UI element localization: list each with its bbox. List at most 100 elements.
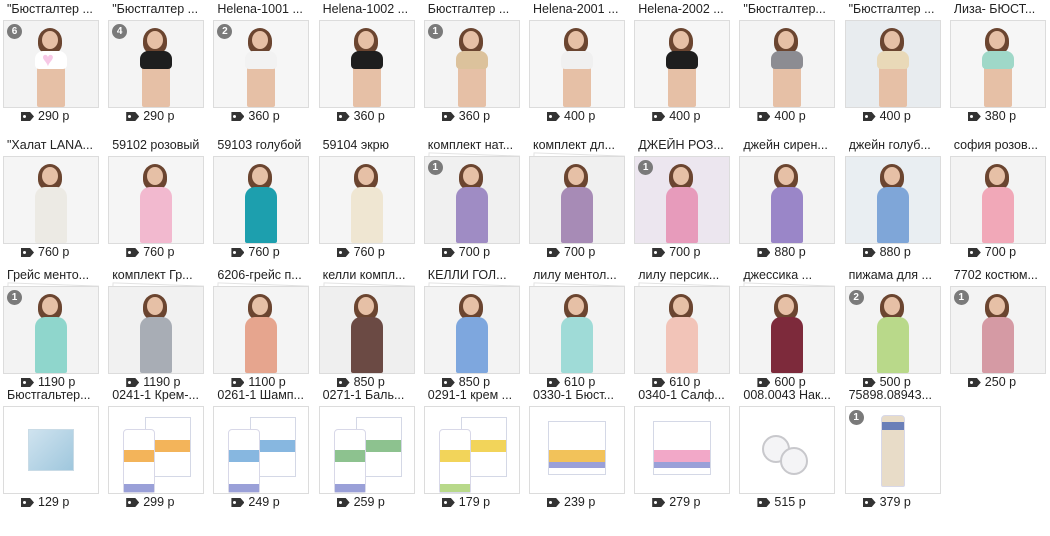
- product-card[interactable]: лилу персик... 610 р: [634, 268, 731, 396]
- product-title[interactable]: комплект Гр...: [112, 268, 204, 283]
- product-thumbnail[interactable]: [739, 20, 836, 108]
- product-card[interactable]: 0330-1 Бюст... 239 р: [529, 388, 625, 516]
- product-card[interactable]: 6206-грейс п... 1100 р: [213, 268, 310, 396]
- product-title[interactable]: 6206-грейс п...: [217, 268, 309, 283]
- product-title[interactable]: джейн сирен...: [743, 138, 835, 153]
- product-title[interactable]: "Халат LANA...: [7, 138, 99, 153]
- product-card[interactable]: 59103 голубой 760 р: [213, 138, 310, 266]
- product-card[interactable]: келли компл... 850 р: [318, 268, 415, 396]
- product-card[interactable]: 008.0043 Нак... 515 р: [739, 388, 836, 516]
- product-card[interactable]: Грейс менто... 1 1190 р: [3, 268, 99, 396]
- product-title[interactable]: Helena-2001 ...: [533, 2, 625, 17]
- product-title[interactable]: 0330-1 Бюст...: [533, 388, 625, 403]
- product-card[interactable]: софия розов... 700 р: [949, 138, 1046, 266]
- product-thumbnail[interactable]: [213, 156, 310, 244]
- product-title[interactable]: комплект дл...: [533, 138, 625, 153]
- product-card[interactable]: ДЖЕЙН РОЗ... 1 700 р: [634, 138, 731, 266]
- product-card[interactable]: "Бюстгалтер... 400 р: [739, 2, 836, 130]
- product-title[interactable]: 59102 розовый: [112, 138, 204, 153]
- product-card[interactable]: 0340-1 Салф... 279 р: [634, 388, 731, 516]
- product-card[interactable]: Helena-1001 ... 2 360 р: [213, 2, 310, 130]
- product-title[interactable]: "Бюстгалтер ...: [7, 2, 99, 17]
- product-thumbnail[interactable]: [3, 406, 99, 494]
- product-thumbnail[interactable]: [423, 286, 520, 374]
- product-card[interactable]: Helena-2001 ... 400 р: [529, 2, 625, 130]
- product-thumbnail[interactable]: [634, 20, 731, 108]
- product-title[interactable]: Лиза- БЮСТ...: [954, 2, 1046, 17]
- product-card[interactable]: "Халат LANA... 760 р: [3, 138, 99, 266]
- product-title[interactable]: 0261-1 Шамп...: [217, 388, 309, 403]
- product-thumbnail[interactable]: [634, 286, 731, 374]
- product-title[interactable]: комплект нат...: [428, 138, 520, 153]
- product-title[interactable]: 0291-1 крем ...: [428, 388, 520, 403]
- product-title[interactable]: Helena-1002 ...: [323, 2, 415, 17]
- product-title[interactable]: софия розов...: [954, 138, 1046, 153]
- product-card[interactable]: "Бюстгалтер ... 4 290 р: [108, 2, 205, 130]
- product-title[interactable]: "Бюстгалтер ...: [849, 2, 941, 17]
- product-card[interactable]: 0271-1 Баль... 259 р: [318, 388, 415, 516]
- product-card[interactable]: Бюстгальтер... 129 р: [3, 388, 99, 516]
- product-thumbnail[interactable]: [108, 156, 205, 244]
- product-thumbnail[interactable]: [529, 20, 625, 108]
- product-card[interactable]: "Бюстгалтер ... 400 р: [844, 2, 941, 130]
- product-card[interactable]: 7702 костюм... 1 250 р: [949, 268, 1046, 396]
- product-card[interactable]: "Бюстгалтер ... ♥ 6 290 р: [3, 2, 99, 130]
- product-title[interactable]: 008.0043 Нак...: [743, 388, 835, 403]
- product-thumbnail[interactable]: [634, 406, 731, 494]
- product-title[interactable]: 0340-1 Салф...: [638, 388, 730, 403]
- product-card[interactable]: 59102 розовый 760 р: [108, 138, 205, 266]
- product-title[interactable]: джейн голуб...: [849, 138, 941, 153]
- product-thumbnail[interactable]: [318, 286, 415, 374]
- product-thumbnail[interactable]: [108, 286, 205, 374]
- product-card[interactable]: Лиза- БЮСТ... 380 р: [949, 2, 1046, 130]
- product-card[interactable]: комплект нат... 1 700 р: [423, 138, 520, 266]
- product-title[interactable]: келли компл...: [323, 268, 415, 283]
- product-card[interactable]: 0291-1 крем ... 179 р: [423, 388, 520, 516]
- product-card[interactable]: комплект Гр... 1190 р: [108, 268, 205, 396]
- product-title[interactable]: 59104 экрю: [323, 138, 415, 153]
- product-title[interactable]: 0271-1 Баль...: [323, 388, 415, 403]
- product-title[interactable]: 75898.08943...: [849, 388, 941, 403]
- product-thumbnail[interactable]: [108, 406, 205, 494]
- product-title[interactable]: КЕЛЛИ ГОЛ...: [428, 268, 520, 283]
- product-title[interactable]: 59103 голубой: [217, 138, 309, 153]
- product-thumbnail[interactable]: [423, 406, 520, 494]
- product-card[interactable]: 59104 экрю 760 р: [318, 138, 415, 266]
- product-thumbnail[interactable]: [949, 20, 1046, 108]
- product-thumbnail[interactable]: [739, 286, 836, 374]
- product-thumbnail[interactable]: [739, 406, 836, 494]
- product-thumbnail[interactable]: [318, 406, 415, 494]
- product-card[interactable]: КЕЛЛИ ГОЛ... 850 р: [423, 268, 520, 396]
- product-title[interactable]: Бюстгальтер...: [7, 388, 99, 403]
- product-title[interactable]: 7702 костюм...: [954, 268, 1046, 283]
- product-title[interactable]: Бюстгалтер ...: [428, 2, 520, 17]
- product-title[interactable]: Helena-1001 ...: [217, 2, 309, 17]
- product-title[interactable]: джессика ...: [743, 268, 835, 283]
- product-card[interactable]: джейн голуб... 880 р: [844, 138, 941, 266]
- product-card[interactable]: 75898.08943... 1 379 р: [844, 388, 941, 516]
- product-card[interactable]: Helena-2002 ... 400 р: [634, 2, 731, 130]
- product-thumbnail[interactable]: [529, 286, 625, 374]
- product-card[interactable]: Helena-1002 ... 360 р: [318, 2, 415, 130]
- product-card[interactable]: 0241-1 Крем-... 299 р: [108, 388, 205, 516]
- product-thumbnail[interactable]: [213, 406, 310, 494]
- product-card[interactable]: 0261-1 Шамп... 249 р: [213, 388, 310, 516]
- product-thumbnail[interactable]: [529, 156, 625, 244]
- product-card[interactable]: джессика ... 600 р: [739, 268, 836, 396]
- product-card[interactable]: комплект дл... 700 р: [529, 138, 625, 266]
- product-title[interactable]: пижама для ...: [849, 268, 941, 283]
- product-thumbnail[interactable]: [529, 406, 625, 494]
- product-thumbnail[interactable]: [844, 20, 941, 108]
- product-thumbnail[interactable]: [318, 20, 415, 108]
- product-thumbnail[interactable]: [844, 156, 941, 244]
- product-title[interactable]: лилу ментол...: [533, 268, 625, 283]
- product-title[interactable]: Грейс менто...: [7, 268, 99, 283]
- product-thumbnail[interactable]: [213, 286, 310, 374]
- product-card[interactable]: Бюстгалтер ... 1 360 р: [423, 2, 520, 130]
- product-card[interactable]: пижама для ... 2 500 р: [844, 268, 941, 396]
- product-card[interactable]: джейн сирен... 880 р: [739, 138, 836, 266]
- product-thumbnail[interactable]: [949, 156, 1046, 244]
- product-title[interactable]: ДЖЕЙН РОЗ...: [638, 138, 730, 153]
- product-title[interactable]: "Бюстгалтер ...: [112, 2, 204, 17]
- product-thumbnail[interactable]: [3, 156, 99, 244]
